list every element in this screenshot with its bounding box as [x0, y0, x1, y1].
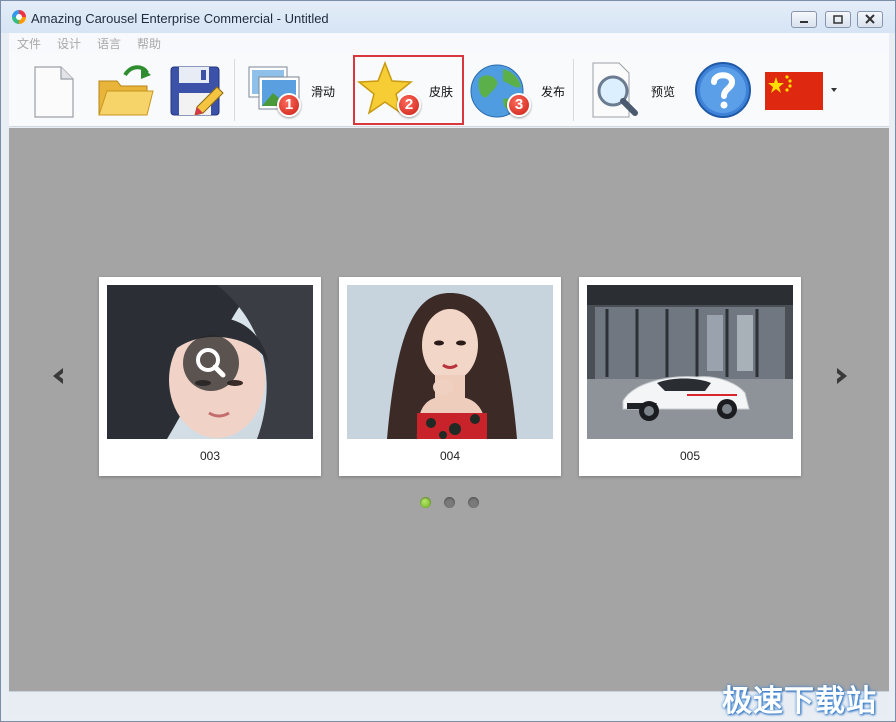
- zoom-overlay: [183, 335, 239, 391]
- step-badge: 1: [277, 93, 301, 117]
- publish-label: 发布: [541, 85, 566, 99]
- carousel-prev-arrow-icon[interactable]: [49, 366, 67, 386]
- minimize-button[interactable]: [791, 11, 817, 28]
- app-window: Amazing Carousel Enterprise Commercial -…: [0, 0, 896, 722]
- publish-button[interactable]: 3 发布: [467, 53, 567, 127]
- help-button[interactable]: [693, 53, 753, 127]
- toolbar-separator: [573, 59, 574, 121]
- maximize-button[interactable]: [825, 11, 851, 28]
- app-logo-icon: [12, 10, 26, 24]
- new-button[interactable]: [29, 53, 79, 127]
- save-icon: [170, 66, 224, 116]
- menu-language[interactable]: 语言: [97, 35, 121, 52]
- maximize-icon: [833, 15, 843, 24]
- menu-help[interactable]: 帮助: [137, 35, 161, 52]
- carousel-preview: 003 004 005: [9, 128, 889, 691]
- preview-label: 预览: [651, 85, 676, 99]
- toolbar-separator: [234, 59, 235, 121]
- carousel-caption: 003: [199, 449, 221, 463]
- new-document-icon: [34, 66, 74, 118]
- carousel-item[interactable]: 003: [99, 277, 321, 476]
- menu-bar: 文件 设计 语言 帮助: [9, 33, 889, 53]
- minimize-icon: [800, 21, 808, 23]
- toolbar: 1 滑动 2 皮肤 3 发布 预览: [9, 53, 889, 127]
- skin-highlight-box: [353, 55, 464, 125]
- save-button[interactable]: [167, 53, 227, 127]
- carousel-image: [347, 285, 553, 439]
- menu-file[interactable]: 文件: [17, 35, 41, 52]
- pager-dot-2[interactable]: [444, 497, 455, 508]
- preview-magnifier-icon: [592, 62, 638, 118]
- preview-button[interactable]: 预览: [589, 53, 689, 127]
- slides-button[interactable]: 1 滑动: [245, 53, 345, 127]
- open-button[interactable]: [95, 53, 157, 127]
- china-flag-icon: [765, 72, 837, 110]
- pager-dot-1[interactable]: [420, 497, 431, 508]
- carousel-image: [107, 285, 313, 439]
- carousel-item[interactable]: 005: [579, 277, 801, 476]
- language-button[interactable]: [763, 53, 843, 127]
- help-icon: [695, 62, 751, 118]
- slides-icon: [248, 66, 300, 110]
- menu-design[interactable]: 设计: [57, 35, 81, 52]
- window-title: Amazing Carousel Enterprise Commercial -…: [31, 11, 329, 26]
- carousel-image: [587, 285, 793, 439]
- carousel-pager: [420, 497, 480, 509]
- carousel-caption: 005: [679, 449, 701, 463]
- slides-label: 滑动: [311, 85, 336, 99]
- close-icon: [865, 14, 875, 24]
- carousel-caption: 004: [439, 449, 461, 463]
- watermark-text: 极速下载站: [722, 685, 877, 718]
- carousel-item[interactable]: 004: [339, 277, 561, 476]
- pager-dot-3[interactable]: [468, 497, 479, 508]
- dropdown-arrow-icon: [831, 88, 837, 92]
- title-bar: Amazing Carousel Enterprise Commercial -…: [1, 1, 895, 33]
- step-badge: 3: [507, 93, 531, 117]
- close-button[interactable]: [857, 11, 883, 28]
- carousel-next-arrow-icon[interactable]: [833, 366, 851, 386]
- open-folder-icon: [98, 65, 154, 116]
